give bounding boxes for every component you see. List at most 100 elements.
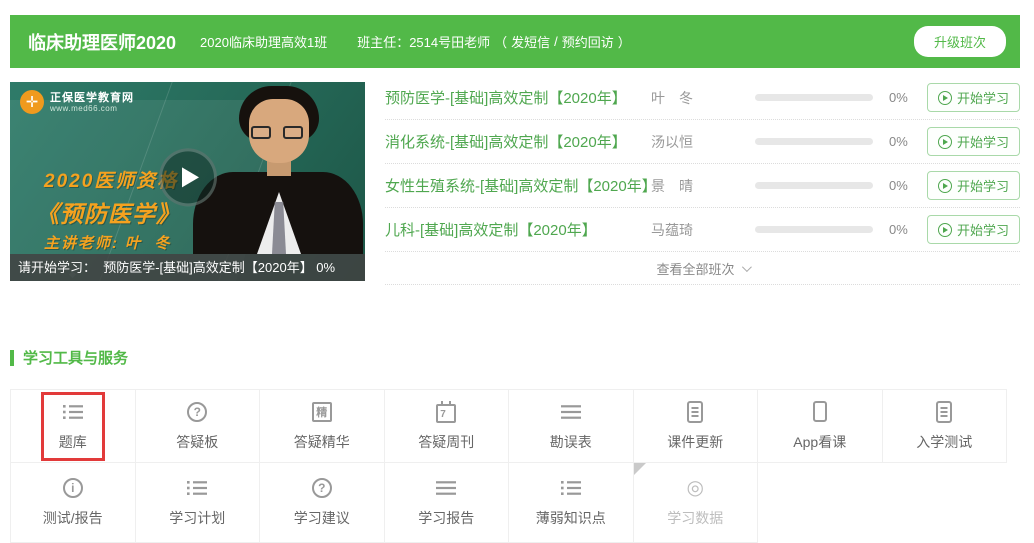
course-row: 女性生殖系统-[基础]高效定制【2020年】 景 晴 0% 开始学习	[385, 164, 1020, 208]
video-caption: 请开始学习： 预防医学-[基础]高效定制【2020年】 0%	[10, 254, 365, 281]
play-circle-icon	[938, 179, 952, 193]
view-all-label: 查看全部班次	[656, 259, 734, 278]
play-circle-icon	[938, 91, 952, 105]
main-section: ✛ 正保医学教育网 www.med66.com 2020医师资格 《预防医学》 …	[10, 82, 1020, 285]
tool-qa-weekly[interactable]: 7 答疑周刊	[385, 390, 510, 463]
start-learning-button[interactable]: 开始学习	[927, 215, 1020, 244]
callback-link[interactable]: 预约回访	[562, 32, 614, 51]
tool-label: 测试/报告	[43, 508, 103, 528]
course-name-link[interactable]: 儿科-[基础]高效定制【2020年】	[385, 219, 651, 240]
start-learning-label: 开始学习	[957, 220, 1009, 239]
tool-label: 课件更新	[667, 432, 723, 452]
presenter-glasses	[251, 126, 271, 139]
play-button[interactable]	[159, 148, 217, 206]
target-icon: ◎	[687, 477, 704, 499]
dotted-list-icon	[561, 477, 581, 499]
course-name-link[interactable]: 预防医学-[基础]高效定制【2020年】	[385, 87, 651, 108]
menu-lines-icon	[561, 401, 581, 423]
course-teacher: 叶 冬	[651, 88, 755, 108]
paren-close: ）	[618, 32, 631, 51]
jing-square-icon: 精	[312, 401, 332, 423]
tool-study-data[interactable]: ◎ 学习数据	[634, 463, 759, 543]
view-all-classes[interactable]: 查看全部班次	[385, 252, 1020, 285]
play-circle-icon	[938, 135, 952, 149]
dotted-list-icon	[187, 477, 207, 499]
progress-percent: 0%	[889, 90, 927, 105]
tools-section-label: 学习工具与服务	[23, 347, 128, 368]
video-slogan-line3: 主讲老师: 叶 冬	[44, 232, 172, 253]
brand-logo-block: ✛ 正保医学教育网 www.med66.com	[20, 90, 134, 114]
tool-qa-board[interactable]: ? 答疑板	[136, 390, 261, 463]
start-learning-button[interactable]: 开始学习	[927, 83, 1020, 112]
course-row: 儿科-[基础]高效定制【2020年】 马蕴琦 0% 开始学习	[385, 208, 1020, 252]
progress-percent: 0%	[889, 134, 927, 149]
brand-logo-icon: ✛	[20, 90, 44, 114]
document-icon	[686, 401, 704, 423]
chevron-down-icon	[741, 262, 751, 272]
presenter-photo	[191, 86, 363, 254]
tools-section-title: 学习工具与服务	[10, 347, 1020, 368]
teacher-label: 班主任：2514号田老师	[357, 32, 490, 51]
course-row: 预防医学-[基础]高效定制【2020年】 叶 冬 0% 开始学习	[385, 76, 1020, 120]
progress-percent: 0%	[889, 178, 927, 193]
class-name: 2020临床助理高效1班	[200, 32, 327, 51]
tool-study-advice[interactable]: ? 学习建议	[260, 463, 385, 543]
tool-label: 题库	[59, 432, 87, 452]
tool-qa-highlights[interactable]: 精 答疑精华	[260, 390, 385, 463]
question-circle-icon: ?	[312, 477, 332, 499]
tool-entrance-test[interactable]: 入学测试	[883, 390, 1008, 463]
tool-label: 薄弱知识点	[536, 508, 606, 528]
progress-percent: 0%	[889, 222, 927, 237]
tool-study-plan[interactable]: 学习计划	[136, 463, 261, 543]
tool-question-bank[interactable]: 题库	[11, 390, 136, 463]
page-title: 临床助理医师2020	[28, 29, 176, 55]
tools-grid: 题库 ? 答疑板 精 答疑精华 7 答疑周刊 勘误表 课件更新	[10, 389, 1007, 543]
video-slogan-line2: 《预防医学》	[36, 195, 180, 229]
start-learning-button[interactable]: 开始学习	[927, 127, 1020, 156]
tool-weak-points[interactable]: 薄弱知识点	[509, 463, 634, 543]
progress-bar	[755, 226, 873, 233]
info-circle-icon: i	[63, 477, 83, 499]
tool-label: 答疑板	[176, 432, 218, 452]
brand-url: www.med66.com	[50, 104, 134, 113]
paren-open: （	[494, 32, 507, 51]
dotted-list-icon	[63, 401, 83, 423]
tool-label: 入学测试	[916, 432, 972, 452]
brand-text: 正保医学教育网 www.med66.com	[50, 92, 134, 113]
course-row: 消化系统-[基础]高效定制【2020年】 汤以恒 0% 开始学习	[385, 120, 1020, 164]
tool-label: 学习报告	[418, 508, 474, 528]
tool-label: 学习数据	[667, 508, 723, 528]
tool-label: 学习建议	[294, 508, 350, 528]
start-learning-button[interactable]: 开始学习	[927, 171, 1020, 200]
page-container: 临床助理医师2020 2020临床助理高效1班 班主任：2514号田老师 （ 发…	[10, 15, 1020, 543]
course-video-thumbnail[interactable]: ✛ 正保医学教育网 www.med66.com 2020医师资格 《预防医学》 …	[10, 82, 365, 281]
tool-app-viewing[interactable]: App看课	[758, 390, 883, 463]
send-sms-link[interactable]: 发短信	[511, 32, 550, 51]
tool-study-report[interactable]: 学习报告	[385, 463, 510, 543]
class-header: 临床助理医师2020 2020临床助理高效1班 班主任：2514号田老师 （ 发…	[10, 15, 1020, 68]
title-accent-bar	[10, 350, 14, 366]
course-name-link[interactable]: 女性生殖系统-[基础]高效定制【2020年】	[385, 175, 651, 196]
course-list: 预防医学-[基础]高效定制【2020年】 叶 冬 0% 开始学习 消化系统-[基…	[385, 76, 1020, 285]
corner-triangle-decoration	[634, 463, 646, 475]
play-icon	[182, 167, 199, 187]
course-name-link[interactable]: 消化系统-[基础]高效定制【2020年】	[385, 131, 651, 152]
course-teacher: 汤以恒	[651, 132, 755, 152]
tool-courseware-updates[interactable]: 课件更新	[634, 390, 759, 463]
tool-errata[interactable]: 勘误表	[509, 390, 634, 463]
calendar-icon: 7	[436, 401, 456, 423]
tool-test-report[interactable]: i 测试/报告	[11, 463, 136, 543]
tool-label: 学习计划	[169, 508, 225, 528]
upgrade-class-button[interactable]: 升级班次	[914, 26, 1006, 57]
tool-label: 勘误表	[550, 432, 592, 452]
start-learning-label: 开始学习	[957, 176, 1009, 195]
start-learning-label: 开始学习	[957, 132, 1009, 151]
tool-label: App看课	[793, 432, 846, 452]
tool-label: 答疑精华	[294, 432, 350, 452]
document-icon	[935, 401, 953, 423]
start-learning-label: 开始学习	[957, 88, 1009, 107]
phone-icon	[813, 401, 827, 423]
menu-lines-icon	[436, 477, 456, 499]
course-teacher: 景 晴	[651, 176, 755, 196]
course-teacher: 马蕴琦	[651, 220, 755, 240]
